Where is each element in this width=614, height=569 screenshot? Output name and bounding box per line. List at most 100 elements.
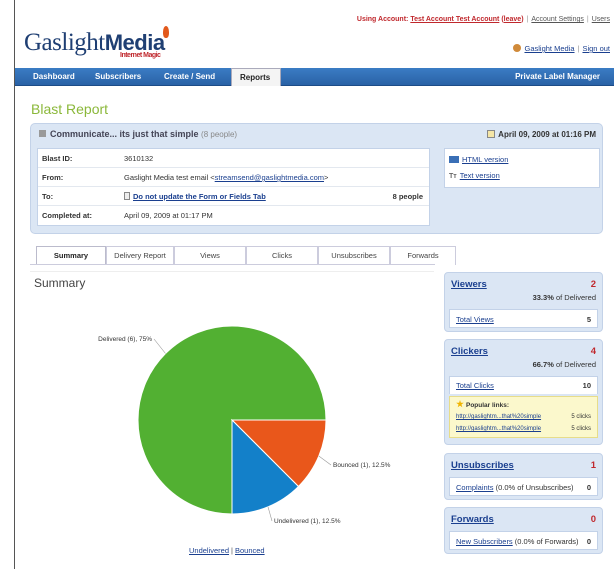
new-subscribers-row: New Subscribers (0.0% of Forwards) 0: [449, 531, 598, 550]
account-name-link[interactable]: Test Account Test Account: [410, 16, 499, 23]
detail-label: From:: [42, 173, 64, 182]
star-icon: [456, 400, 464, 408]
detail-value: Do not update the Form or Fields Tab: [124, 192, 266, 201]
tab-forwards[interactable]: Forwards: [390, 246, 456, 265]
tab-summary[interactable]: Summary: [36, 246, 106, 265]
pie-label: Undelivered (1), 12.5%: [274, 518, 341, 525]
unsubscribes-title-link[interactable]: Unsubscribes: [451, 460, 514, 471]
calendar-icon: [487, 130, 496, 138]
nav-create-send[interactable]: Create / Send: [156, 68, 223, 86]
tab-clicks[interactable]: Clicks: [246, 246, 318, 265]
detail-label: Blast ID:: [42, 154, 73, 163]
detail-row-completed: Completed at: April 09, 2009 at 01:17 PM: [38, 206, 429, 225]
total-views-value: 5: [586, 315, 591, 324]
clickers-title-link[interactable]: Clickers: [451, 346, 488, 357]
account-settings-link[interactable]: Account Settings: [531, 16, 584, 23]
separator: |: [577, 44, 580, 53]
chart-links: Undelivered | Bounced: [189, 546, 265, 555]
complaints-text: (0.0% of Unsubscribes): [495, 483, 574, 492]
blast-subject: Communicate... its just that simple (8 p…: [39, 129, 237, 139]
nav-dashboard[interactable]: Dashboard: [25, 68, 83, 86]
clickers-pct-value: 66.7%: [532, 360, 554, 369]
to-list-link[interactable]: Do not update the Form or Fields Tab: [133, 192, 266, 201]
popular-links-title: Popular links:: [456, 400, 509, 409]
forwards-box: Forwards 0 New Subscribers (0.0% of Forw…: [444, 507, 603, 554]
detail-label: To:: [42, 192, 54, 201]
bounced-link[interactable]: Bounced: [235, 546, 265, 555]
clickers-pct-suffix: of Delivered: [555, 360, 596, 369]
pie-leader-line: [318, 455, 332, 466]
detail-row-to: To: Do not update the Form or Fields Tab…: [38, 187, 429, 206]
link-separator: |: [231, 546, 233, 555]
total-views-link[interactable]: Total Views: [456, 315, 494, 324]
date-text: April 09, 2009 at 01:16 PM: [498, 130, 596, 139]
text-version-link[interactable]: Text version: [460, 171, 500, 180]
popular-link-1[interactable]: http://gaslightm...that%20simple: [456, 414, 541, 420]
detail-row-from: From: Gaslight Media test email <streams…: [38, 168, 429, 187]
new-subscribers-text: (0.0% of Forwards): [514, 537, 579, 546]
tab-views[interactable]: Views: [174, 246, 246, 265]
complaints-value: 0: [586, 483, 591, 492]
blast-details-table: Blast ID: 3610132 From: Gaslight Media t…: [37, 148, 430, 226]
nav-reports[interactable]: Reports: [231, 68, 281, 86]
new-subscribers-value: 0: [586, 537, 591, 546]
clickers-percent: 66.7% of Delivered: [533, 360, 596, 369]
unsubscribes-box: Unsubscribes 1 Complaints (0.0% of Unsub…: [444, 453, 603, 500]
detail-value: Gaslight Media test email <streamsend@ga…: [124, 173, 328, 182]
pie-leader-line: [153, 338, 166, 354]
leave-link[interactable]: leave: [504, 16, 522, 23]
html-version-row: HTML version: [449, 155, 508, 164]
user-icon: [513, 44, 522, 52]
detail-value: April 09, 2009 at 01:17 PM: [124, 211, 213, 220]
total-clicks-value: 10: [582, 381, 591, 390]
total-clicks-link[interactable]: Total Clicks: [456, 381, 494, 390]
summary-section: Summary Delivered (6), 75% Bounced (1), 1…: [30, 271, 434, 566]
logo-tagline: Internet Magic: [120, 52, 161, 59]
popular-link-2-clicks: 5 clicks: [571, 426, 591, 432]
detail-value: 3610132: [124, 154, 154, 163]
user-line: Gaslight Media | Sign out: [513, 44, 610, 53]
tab-delivery-report[interactable]: Delivery Report: [106, 246, 174, 265]
from-name: Gaslight Media test email <: [124, 173, 215, 182]
popular-links-box: Popular links: http://gaslightm...that%2…: [449, 396, 598, 438]
text-version-row: Tт Text version: [449, 171, 500, 180]
main-nav: Dashboard Subscribers Create / Send Repo…: [15, 68, 614, 86]
viewers-title-link[interactable]: Viewers: [451, 279, 487, 290]
viewers-pct-value: 33.3%: [532, 293, 554, 302]
nav-subscribers[interactable]: Subscribers: [87, 68, 149, 86]
undelivered-link[interactable]: Undelivered: [189, 546, 229, 555]
message-icon: [39, 130, 46, 137]
unsubscribes-count: 1: [590, 460, 596, 471]
text-icon: Tт: [449, 173, 457, 180]
account-bar: Using Account: Test Account Test Account…: [356, 16, 610, 23]
html-icon: [449, 156, 459, 163]
list-icon: [124, 192, 130, 200]
sign-out-link[interactable]: Sign out: [582, 44, 610, 53]
viewers-pct-suffix: of Delivered: [555, 293, 596, 302]
logo-text: Gaslight: [24, 29, 105, 56]
viewers-count: 2: [590, 279, 596, 290]
viewers-percent: 33.3% of Delivered: [533, 293, 596, 302]
user-name-link[interactable]: Gaslight Media: [524, 44, 574, 53]
tab-unsubscribes[interactable]: Unsubscribes: [318, 246, 390, 265]
people-count: (8 people): [201, 130, 238, 139]
popular-link-2[interactable]: http://gaslightm...that%20simple: [456, 426, 541, 432]
clickers-total-row: Total Clicks 10: [449, 376, 598, 394]
nav-private-label-manager[interactable]: Private Label Manager: [507, 68, 608, 86]
complaints-label: Complaints (0.0% of Unsubscribes): [456, 483, 574, 492]
new-subscribers-label: New Subscribers (0.0% of Forwards): [456, 537, 579, 546]
pie-leader-line: [267, 506, 273, 522]
pie-label: Delivered (6), 75%: [98, 336, 152, 343]
popular-link-1-clicks: 5 clicks: [571, 414, 591, 420]
forwards-count: 0: [590, 514, 596, 525]
forwards-title-link[interactable]: Forwards: [451, 514, 494, 525]
html-version-link[interactable]: HTML version: [462, 155, 508, 164]
popular-links-label: Popular links:: [466, 402, 509, 409]
gaslight-media-logo[interactable]: GaslightMedia Internet Magic: [24, 26, 169, 59]
from-email-link[interactable]: streamsend@gaslightmedia.com: [215, 173, 324, 182]
viewers-total-row: Total Views 5: [449, 309, 598, 328]
flame-icon: [162, 26, 169, 38]
complaints-link[interactable]: Complaints: [456, 483, 494, 492]
users-link[interactable]: Users: [592, 16, 610, 23]
new-subscribers-link[interactable]: New Subscribers: [456, 537, 513, 546]
